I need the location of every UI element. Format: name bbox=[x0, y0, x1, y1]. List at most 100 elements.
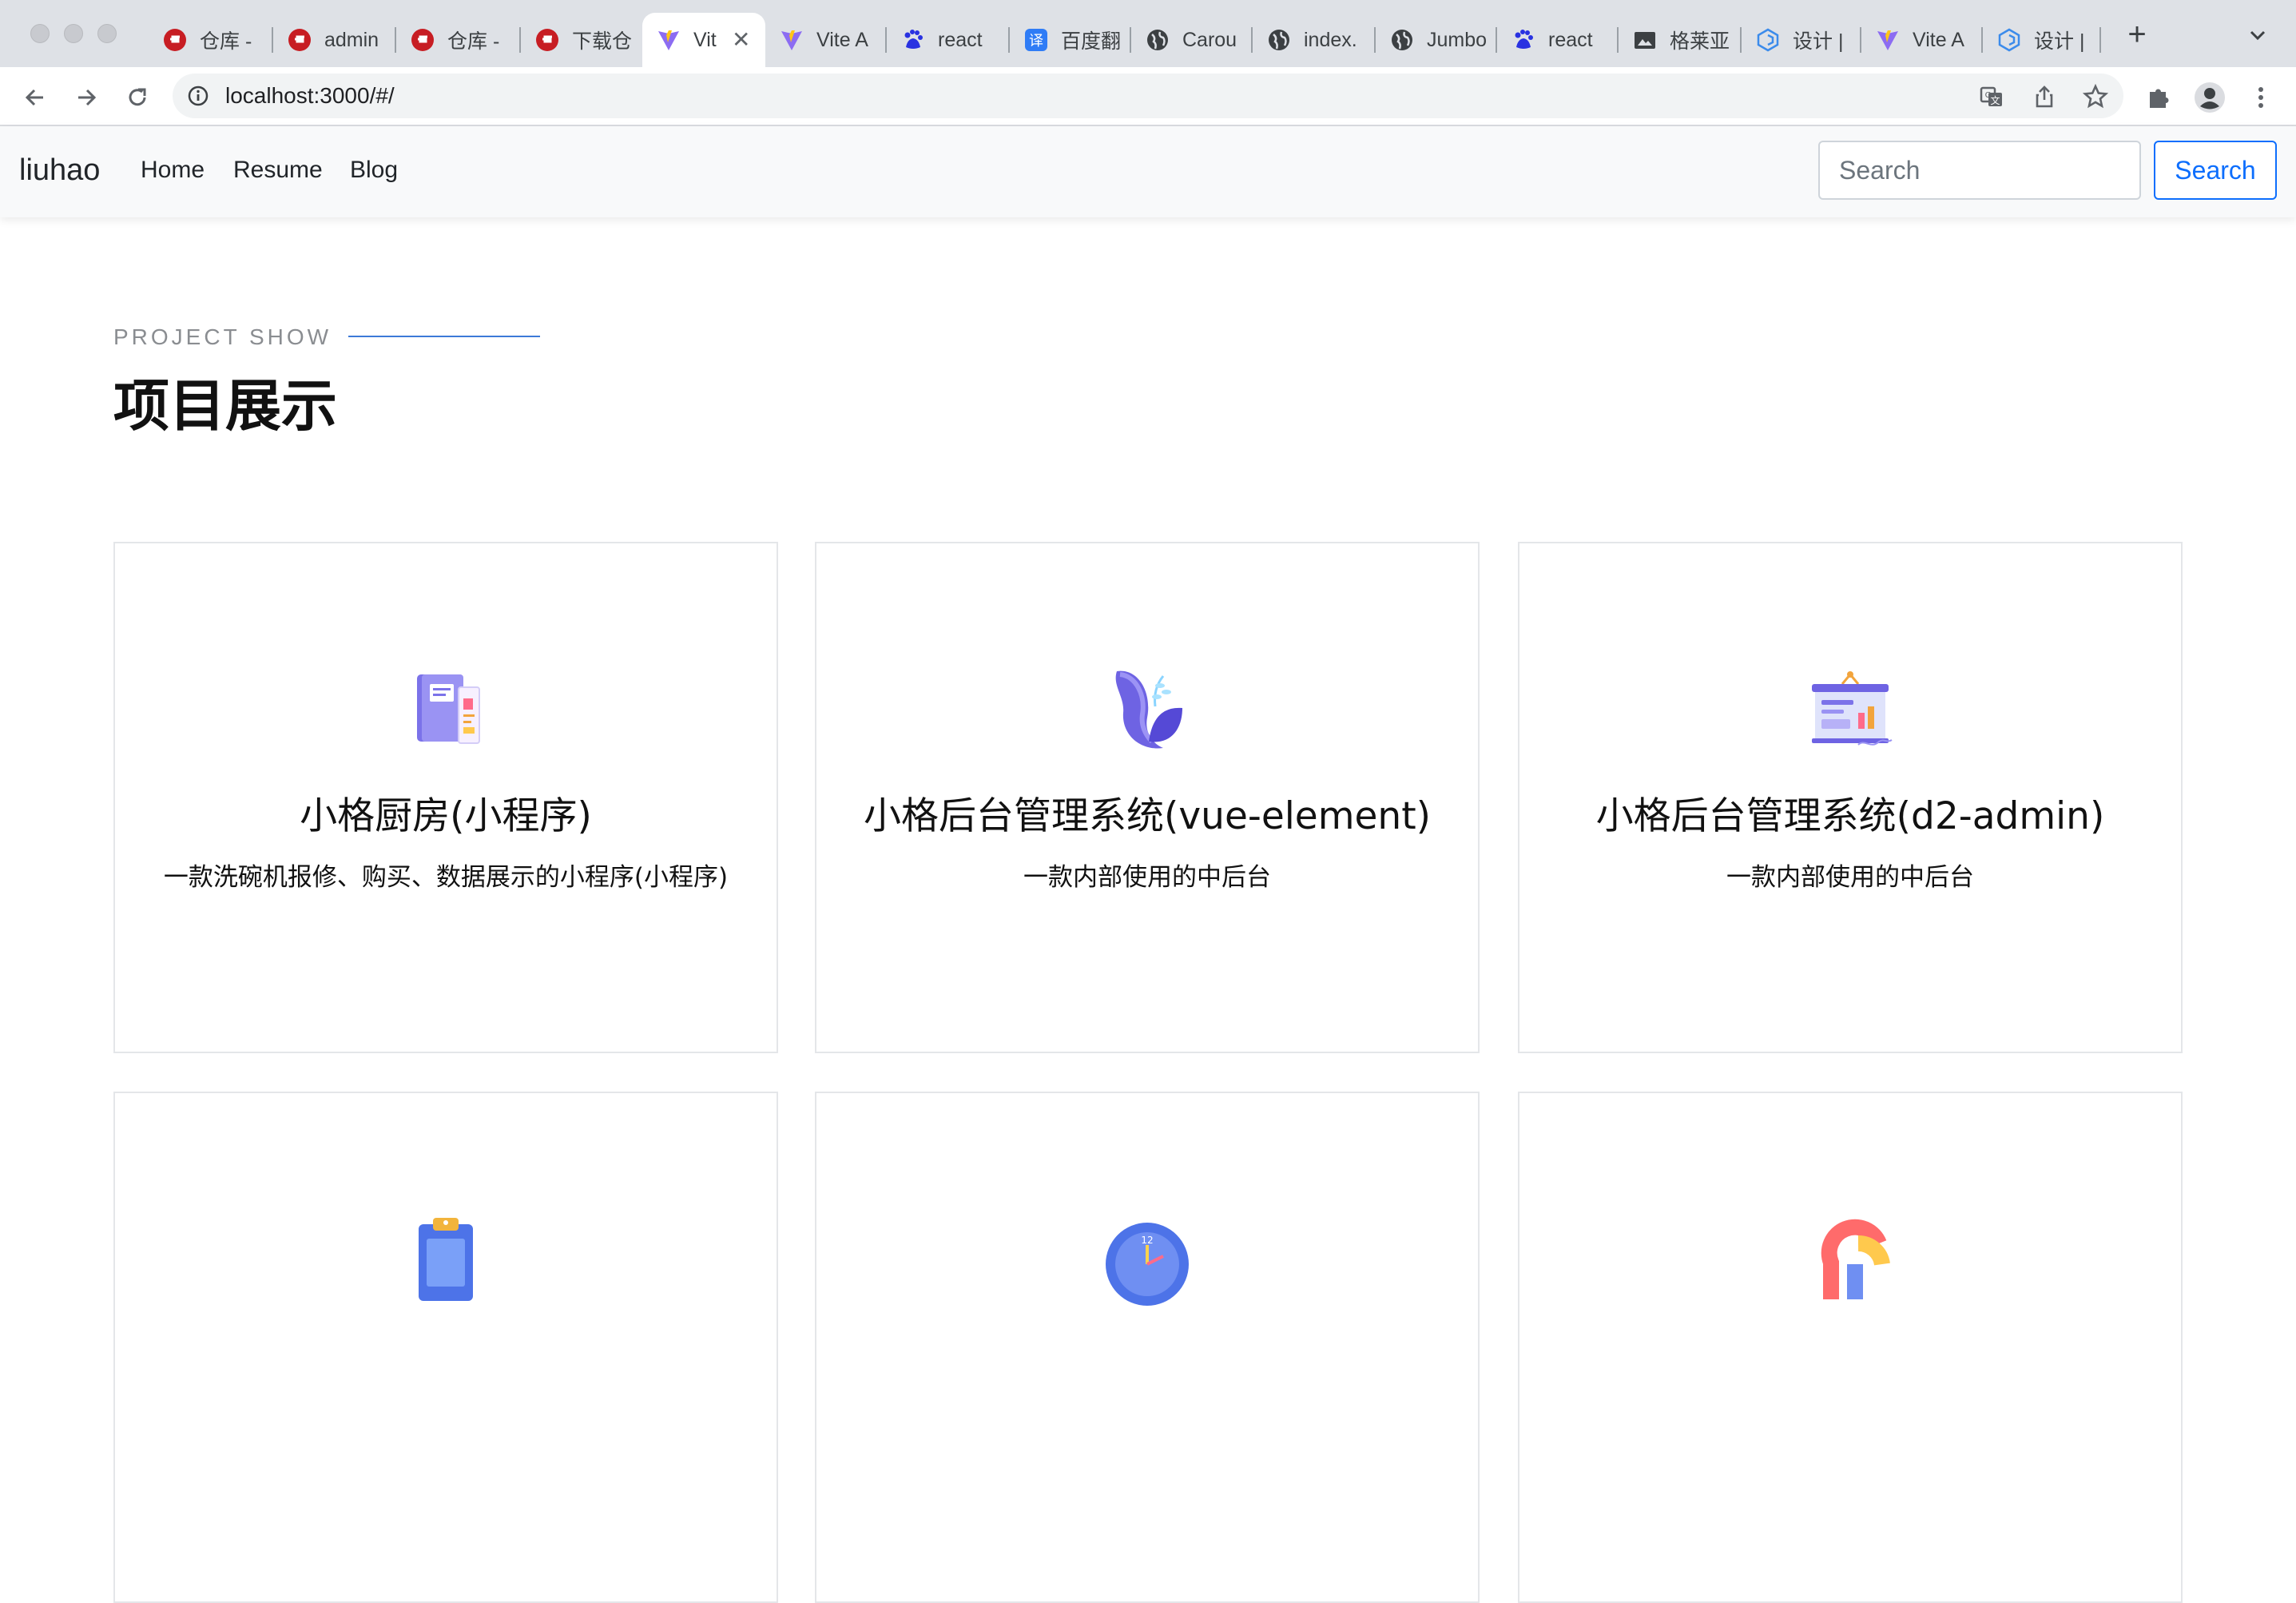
browser-tab[interactable]: Carou bbox=[1131, 13, 1253, 67]
extensions-puzzle-icon[interactable] bbox=[2143, 82, 2175, 113]
tab-title: react bbox=[1548, 28, 1593, 51]
project-description: 一款内部使用的中后台 bbox=[1726, 863, 1974, 892]
globe-icon bbox=[1146, 28, 1170, 52]
project-card[interactable]: 小格后台管理系统(d2-admin) 一款内部使用的中后台 bbox=[1518, 542, 2183, 1053]
browser-tab[interactable]: 下载仓 bbox=[521, 13, 641, 67]
gitee-icon bbox=[411, 28, 435, 52]
tab-title: 设计 | bbox=[2034, 30, 2085, 53]
project-card[interactable]: 小格后台管理系统(vue-element) 一款内部使用的中后台 bbox=[815, 542, 1480, 1053]
plant-leaf-icon bbox=[1099, 662, 1195, 758]
svg-text:G: G bbox=[1985, 91, 1992, 100]
back-arrow-icon[interactable] bbox=[19, 82, 51, 113]
clock-icon: 12 bbox=[1099, 1211, 1195, 1307]
tab-title: Jumbo bbox=[1427, 28, 1488, 51]
baidu-paw-icon bbox=[901, 28, 925, 52]
project-card[interactable]: 12 bbox=[815, 1092, 1480, 1603]
share-icon[interactable] bbox=[2031, 83, 2058, 110]
search-button[interactable]: Search bbox=[2154, 141, 2277, 200]
project-title: 小格厨房(小程序) bbox=[300, 794, 592, 838]
project-card[interactable] bbox=[113, 1092, 778, 1603]
svg-text:译: 译 bbox=[1029, 33, 1043, 50]
browser-tab[interactable]: react bbox=[1497, 13, 1619, 67]
tab-title: 下载仓 bbox=[572, 30, 633, 53]
browser-tab-active[interactable]: Vit ✕ bbox=[642, 13, 765, 67]
nav-link-resume[interactable]: Resume bbox=[233, 157, 323, 184]
url-text[interactable]: localhost:3000/#/ bbox=[225, 83, 395, 109]
browser-tab[interactable]: 仓库 - bbox=[396, 13, 521, 67]
notebook-icon bbox=[398, 662, 494, 758]
window-zoom-dot[interactable] bbox=[97, 24, 117, 43]
browser-tab[interactable]: index. bbox=[1253, 13, 1376, 67]
browser-tab[interactable]: admin bbox=[273, 13, 396, 67]
gitee-icon bbox=[535, 28, 559, 52]
project-title: 小格后台管理系统(vue-element) bbox=[864, 794, 1431, 838]
nav-link-blog[interactable]: Blog bbox=[350, 157, 398, 184]
tab-title: 格莱亚 bbox=[1670, 30, 1730, 53]
tab-title: Vite A bbox=[816, 28, 868, 51]
project-card[interactable] bbox=[1518, 1092, 2183, 1603]
tab-title: index. bbox=[1304, 28, 1357, 51]
browser-toolbar: localhost:3000/#/ 文G bbox=[0, 67, 2296, 126]
browser-tab[interactable]: 译 百度翻 bbox=[1010, 13, 1131, 67]
gitee-icon bbox=[163, 28, 187, 52]
magnet-icon bbox=[1802, 1211, 1898, 1307]
section-title: 项目展示 bbox=[113, 373, 337, 439]
forward-arrow-icon[interactable] bbox=[70, 82, 102, 113]
browser-tab[interactable]: Vite A bbox=[765, 13, 887, 67]
tab-title: admin bbox=[324, 28, 379, 51]
eyebrow-divider bbox=[348, 336, 540, 337]
tab-title: 仓库 - bbox=[447, 30, 500, 53]
close-tab-icon[interactable]: ✕ bbox=[732, 29, 750, 51]
tab-title: Carou bbox=[1182, 28, 1237, 51]
translate-icon[interactable]: 文G bbox=[1978, 83, 2005, 110]
browser-tab[interactable]: Jumbo bbox=[1376, 13, 1497, 67]
globe-icon bbox=[1267, 28, 1291, 52]
tab-search-chevron-icon[interactable] bbox=[2243, 21, 2272, 50]
tab-title: 百度翻 bbox=[1061, 30, 1122, 53]
browser-menu-kebab-icon[interactable] bbox=[2245, 82, 2277, 113]
reload-icon[interactable] bbox=[121, 82, 153, 113]
presentation-board-icon bbox=[1802, 662, 1898, 758]
gitee-icon bbox=[288, 28, 312, 52]
tab-title: 仓库 - bbox=[200, 30, 252, 53]
site-info-icon[interactable] bbox=[187, 85, 209, 107]
clipboard-icon bbox=[398, 1211, 494, 1307]
vite-icon bbox=[657, 28, 681, 52]
tab-title: react bbox=[938, 28, 983, 51]
vite-icon bbox=[1876, 28, 1900, 52]
baidu-paw-icon bbox=[1511, 28, 1535, 52]
window-minimize-dot[interactable] bbox=[64, 24, 83, 43]
address-bar[interactable]: localhost:3000/#/ 文G bbox=[173, 74, 2123, 118]
site-navbar: liuhao Home Resume Blog Search bbox=[0, 126, 2296, 217]
image-folder-icon bbox=[1633, 28, 1657, 52]
brand-logo-text[interactable]: liuhao bbox=[19, 153, 100, 188]
design-cube-icon bbox=[1997, 28, 2021, 52]
search-input[interactable] bbox=[1818, 141, 2141, 200]
project-card[interactable]: 小格厨房(小程序) 一款洗碗机报修、购买、数据展示的小程序(小程序) bbox=[113, 542, 778, 1053]
project-description: 一款内部使用的中后台 bbox=[1023, 863, 1271, 892]
window-close-dot[interactable] bbox=[30, 24, 50, 43]
browser-tab[interactable]: react bbox=[887, 13, 1010, 67]
tab-title: Vite A bbox=[1913, 28, 1964, 51]
browser-tab[interactable]: 设计 | bbox=[1742, 13, 1861, 67]
browser-tab[interactable]: Vite A bbox=[1861, 13, 1983, 67]
tab-title: Vit bbox=[693, 28, 717, 51]
baidu-translate-icon: 译 bbox=[1024, 28, 1048, 52]
bookmark-star-icon[interactable] bbox=[2082, 83, 2109, 110]
svg-text:12: 12 bbox=[1141, 1235, 1153, 1246]
project-title: 小格后台管理系统(d2-admin) bbox=[1595, 794, 2105, 838]
browser-tab[interactable]: 仓库 - bbox=[149, 13, 273, 67]
nav-link-home[interactable]: Home bbox=[141, 157, 205, 184]
vite-icon bbox=[780, 28, 804, 52]
section-eyebrow: PROJECT SHOW bbox=[113, 324, 332, 349]
profile-avatar-icon[interactable] bbox=[2194, 82, 2226, 113]
browser-tab-strip: 仓库 - admin 仓库 - 下载仓 Vit ✕ Vite A react 译… bbox=[0, 0, 2296, 67]
globe-icon bbox=[1390, 28, 1414, 52]
design-cube-icon bbox=[1756, 28, 1780, 52]
browser-tab[interactable]: 设计 | bbox=[1983, 13, 2101, 67]
new-tab-button[interactable]: + bbox=[2120, 18, 2154, 51]
browser-tab[interactable]: 格莱亚 bbox=[1619, 13, 1742, 67]
project-description: 一款洗碗机报修、购买、数据展示的小程序(小程序) bbox=[163, 863, 729, 892]
tab-title: 设计 | bbox=[1793, 30, 1844, 53]
svg-text:文: 文 bbox=[1990, 94, 2000, 106]
